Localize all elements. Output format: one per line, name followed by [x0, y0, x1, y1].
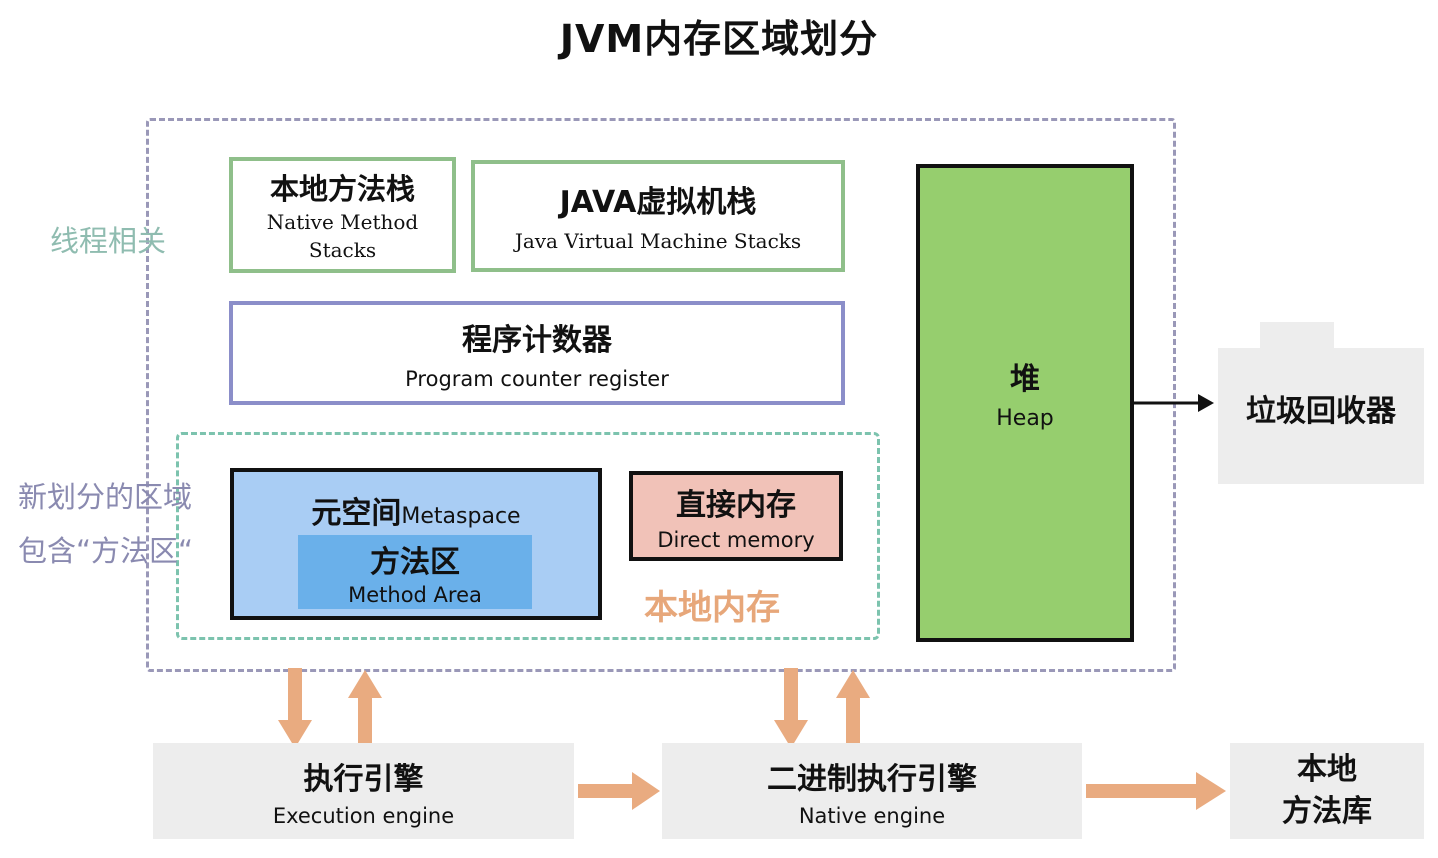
heap-en: Heap	[996, 405, 1054, 431]
new-area-label-line2: 包含“方法区“	[18, 534, 194, 568]
thread-related-label: 线程相关	[50, 224, 167, 258]
metaspace-zh: 元空间	[311, 496, 402, 531]
method-area-en: Method Area	[348, 583, 482, 607]
direct-memory-zh: 直接内存	[676, 488, 796, 523]
heap-zh: 堆	[1010, 361, 1040, 397]
local-memory-label: 本地内存	[644, 588, 780, 628]
jvm-stack-en: Java Virtual Machine Stacks	[514, 229, 802, 253]
program-counter-zh: 程序计数器	[462, 323, 612, 358]
jvm-stack-zh: JAVA虚拟机栈	[559, 185, 757, 220]
native-method-stack-en-2: Stacks	[308, 238, 377, 262]
execution-engine-vertical-arrows	[278, 668, 382, 752]
native-method-stack-zh: 本地方法栈	[269, 172, 415, 206]
native-lib-line1: 本地	[1297, 752, 1357, 787]
new-area-label: 新划分的区域 包含“方法区“	[18, 470, 193, 578]
method-area-box: 方法区 Method Area	[298, 535, 532, 609]
jvm-stack-box: JAVA虚拟机栈 Java Virtual Machine Stacks	[471, 160, 845, 272]
native-engine-zh: 二进制执行引擎	[767, 762, 977, 797]
heap-to-gc-arrow	[1130, 394, 1214, 412]
method-area-zh: 方法区	[370, 545, 460, 580]
native-engine-en: Native engine	[798, 804, 946, 828]
native-engine-vertical-arrows	[774, 668, 870, 752]
direct-memory-en: Direct memory	[657, 528, 815, 552]
native-method-stack-en-1: Native Method	[266, 210, 419, 234]
program-counter-box: 程序计数器 Program counter register	[229, 301, 845, 405]
heap-box: 堆 Heap	[916, 164, 1134, 642]
metaspace-title: 元空间Metaspace	[234, 488, 598, 532]
native-engine-box: 二进制执行引擎 Native engine	[662, 743, 1082, 839]
new-area-label-line1: 新划分的区域	[18, 480, 193, 514]
native-method-stack-box: 本地方法栈 Native Method Stacks	[229, 157, 456, 273]
diagram-title: JVM内存区域划分	[559, 17, 879, 61]
direct-memory-box: 直接内存 Direct memory	[629, 471, 843, 561]
native-method-library-box: 本地 方法库	[1230, 743, 1424, 839]
native-lib-line2: 方法库	[1282, 794, 1372, 829]
execution-engine-en: Execution engine	[272, 804, 455, 828]
exec-to-native-engine-arrow	[578, 772, 660, 810]
native-engine-to-lib-arrow	[1086, 772, 1226, 810]
execution-engine-zh: 执行引擎	[303, 762, 424, 797]
gc-zh: 垃圾回收器	[1246, 394, 1396, 429]
program-counter-en: Program counter register	[405, 367, 669, 391]
execution-engine-box: 执行引擎 Execution engine	[153, 743, 574, 839]
gc-box: 垃圾回收器	[1218, 348, 1424, 484]
metaspace-en: Metaspace	[401, 504, 521, 529]
